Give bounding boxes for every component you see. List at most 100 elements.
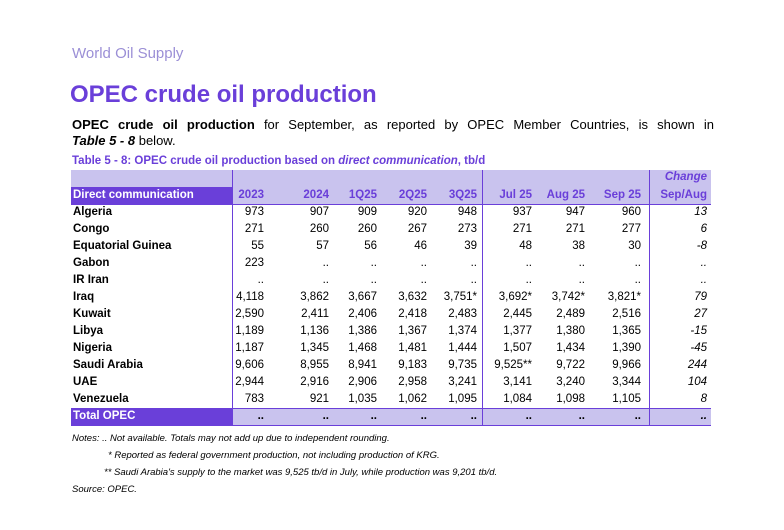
cell: .. [322, 274, 329, 286]
cell: .. [700, 257, 707, 269]
cell: 9,606 [235, 359, 264, 371]
table-row: Venezuela 783 921 1,035 1,062 1,095 1,084 1,098… [71, 391, 711, 408]
table-row: Algeria 973 907 909 920 948 937 947 960 13 [71, 204, 711, 221]
note-source: Source: OPEC. [72, 484, 137, 495]
cell: .. [634, 257, 641, 269]
cell: 8 [700, 393, 707, 405]
table-row: IR Iran.................. [71, 272, 711, 289]
cell: Sep 25 [603, 189, 641, 201]
row-label: Equatorial Guinea [73, 240, 172, 252]
cell: 3,751* [443, 291, 477, 303]
cell: 973 [244, 206, 264, 218]
row-label: Kuwait [73, 308, 111, 320]
cell: 9,525** [494, 359, 532, 371]
row-label: Direct communication [73, 189, 194, 201]
cell: 8,955 [300, 359, 329, 371]
cell: .. [370, 410, 377, 422]
cell: .. [370, 274, 377, 286]
cell: 3,241 [448, 376, 477, 388]
cell: 104 [687, 376, 707, 388]
cell: 3,821* [607, 291, 641, 303]
cell: 57 [316, 240, 329, 252]
row-label: Total OPEC [73, 410, 136, 422]
cell: 1,136 [300, 325, 329, 337]
cell: 1,481 [398, 342, 427, 354]
table-row: Gabon 223................ [71, 255, 711, 272]
column-divider [482, 170, 483, 426]
cell: 55 [251, 240, 264, 252]
cell: 79 [694, 291, 707, 303]
cell: Jul 25 [499, 189, 532, 201]
total-row: Total OPEC.................. [71, 408, 711, 425]
cell: .. [420, 257, 427, 269]
cell: 3,667 [348, 291, 377, 303]
cell: 3,692* [498, 291, 532, 303]
cell: 2,445 [503, 308, 532, 320]
cell: 937 [512, 206, 532, 218]
cell: 1,105 [612, 393, 641, 405]
cell: 223 [244, 257, 264, 269]
cell: 30 [628, 240, 641, 252]
cell: .. [420, 274, 427, 286]
cell: 948 [457, 206, 477, 218]
cell: 9,966 [612, 359, 641, 371]
table-header-top: Change [71, 170, 711, 187]
cell: .. [470, 274, 477, 286]
column-divider [232, 170, 233, 426]
cell: .. [257, 410, 264, 422]
cell: 907 [309, 206, 329, 218]
cell: 1,377 [503, 325, 532, 337]
note-krg: * Reported as federal government product… [108, 450, 440, 461]
intro-bold-lead: OPEC crude oil production [72, 117, 255, 132]
cell: 2,489 [556, 308, 585, 320]
row-label: Gabon [73, 257, 110, 269]
cell: 2023 [238, 189, 264, 201]
cell: 271 [244, 223, 264, 235]
cell: Sep/Aug [660, 189, 707, 201]
cell: 273 [457, 223, 477, 235]
cell: 271 [512, 223, 532, 235]
bottom-rule [71, 425, 711, 426]
cell: -45 [690, 342, 707, 354]
cell: 27 [694, 308, 707, 320]
cell: 1,084 [503, 393, 532, 405]
cell: 8,941 [348, 359, 377, 371]
cell: 260 [309, 223, 329, 235]
cell: 271 [565, 223, 585, 235]
cell: 1,189 [235, 325, 264, 337]
cell: 921 [309, 393, 329, 405]
intro-text-end: below. [135, 133, 176, 148]
cell: 2,916 [300, 376, 329, 388]
cell: 909 [357, 206, 377, 218]
cell: 960 [621, 206, 641, 218]
cell: 1,390 [612, 342, 641, 354]
cell: 1,434 [556, 342, 585, 354]
cell: 38 [572, 240, 585, 252]
cell: 9,735 [448, 359, 477, 371]
cell: .. [322, 257, 329, 269]
cell: .. [634, 274, 641, 286]
cell: -8 [696, 240, 707, 252]
cell: 3Q25 [448, 189, 477, 201]
cell: .. [525, 410, 532, 422]
cell: 56 [364, 240, 377, 252]
cell: 4,118 [236, 291, 264, 303]
row-label: Congo [73, 223, 110, 235]
change-label: Change [664, 171, 707, 183]
production-table: Change Direct communication 2023 2024 1Q25 2… [71, 170, 711, 425]
row-label: Libya [73, 325, 104, 337]
cell: 1,367 [398, 325, 427, 337]
cell: 2,944 [235, 376, 264, 388]
intro-paragraph-line2: Table 5 - 8 below. [72, 133, 176, 149]
cell: 2024 [303, 189, 329, 201]
cell: Aug 25 [546, 189, 585, 201]
cell: 1,187 [235, 342, 264, 354]
cell: 2,418 [398, 308, 427, 320]
cell: 1,345 [300, 342, 329, 354]
cell: 1,468 [348, 342, 377, 354]
cell: 1,062 [398, 393, 427, 405]
table-caption: Table 5 - 8: OPEC crude oil production b… [72, 155, 486, 167]
cell: 2,516 [612, 308, 641, 320]
page-title: OPEC crude oil production [70, 81, 377, 108]
cell: 1,374 [448, 325, 477, 337]
